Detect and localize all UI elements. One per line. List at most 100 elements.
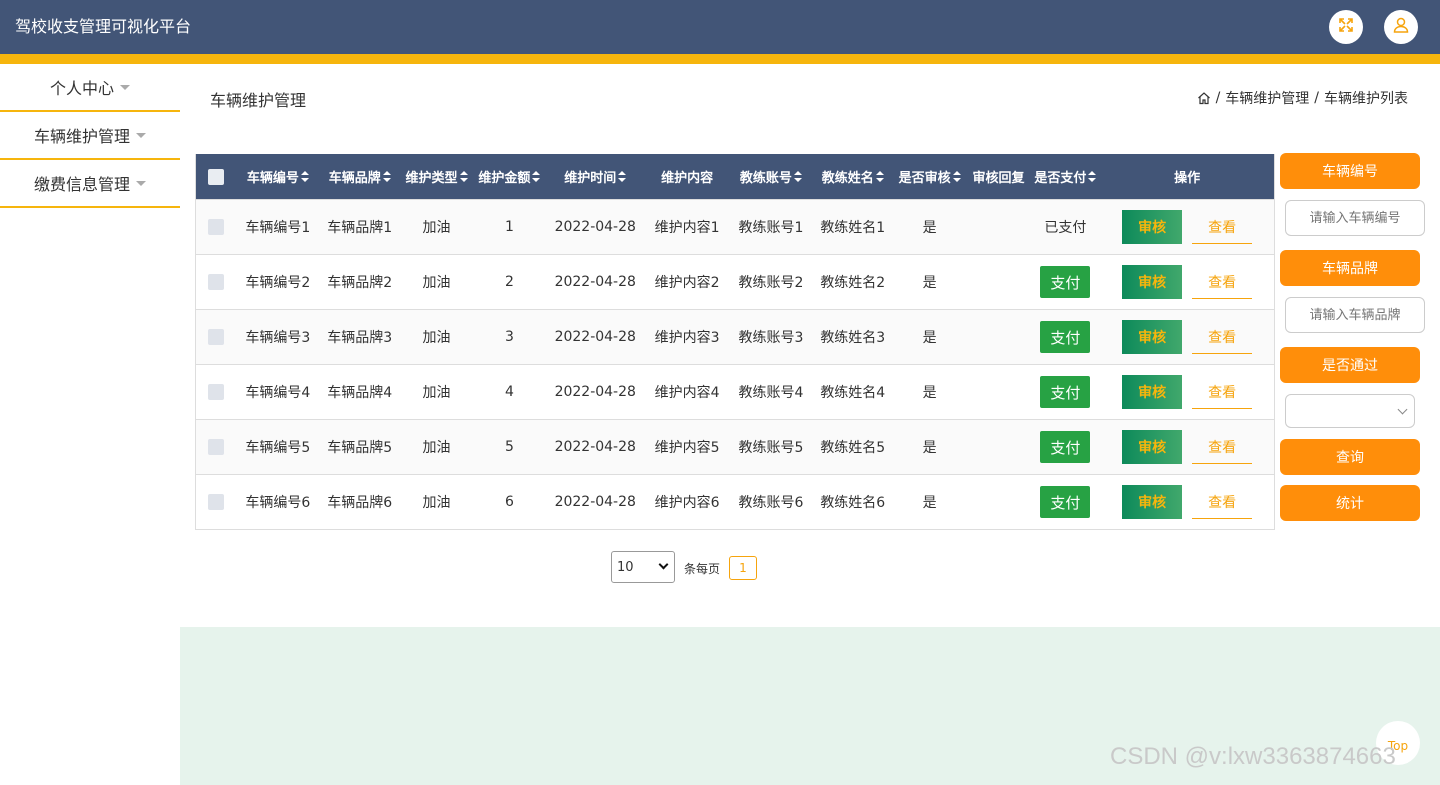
cell-vehicle-no: 车辆编号3 [245, 330, 311, 346]
cell-content: 维护内容1 [654, 220, 720, 236]
cell-actions: 审核 查看 [1100, 365, 1274, 419]
column-header-brand[interactable]: 车辆品牌 [320, 154, 400, 199]
sort-icon [382, 171, 391, 182]
sort-icon [532, 171, 541, 182]
cell-type: 加油 [422, 220, 451, 236]
row-checkbox[interactable] [207, 384, 224, 400]
audit-button[interactable]: 审核 [1122, 375, 1183, 409]
cell-audited: 是 [922, 220, 937, 236]
cell-vehicle-no: 车辆编号4 [245, 385, 311, 401]
sidebar-item-label: 个人中心 [49, 79, 114, 98]
row-checkbox[interactable] [207, 439, 224, 455]
page-size-select[interactable]: 10 [611, 551, 675, 583]
column-header-coach-name[interactable]: 教练姓名 [813, 154, 893, 199]
audit-button[interactable]: 审核 [1122, 265, 1183, 299]
pay-button[interactable]: 支付 [1040, 376, 1091, 408]
sidebar-item-payment-info[interactable]: 缴费信息管理 [0, 160, 180, 208]
user-button[interactable] [1384, 10, 1418, 44]
column-header-type[interactable]: 维护类型 [400, 154, 474, 199]
brand-input[interactable] [1285, 297, 1425, 333]
view-button[interactable]: 查看 [1192, 375, 1253, 409]
sidebar-item-label: 缴费信息管理 [33, 175, 130, 194]
view-button[interactable]: 查看 [1192, 430, 1253, 464]
cell-coach-account: 教练账号2 [738, 275, 804, 291]
fullscreen-button[interactable] [1329, 10, 1363, 44]
cell-time: 2022-04-28 [554, 494, 636, 510]
cell-actions: 审核 查看 [1100, 200, 1274, 254]
column-header-coach-account[interactable]: 教练账号 [729, 154, 813, 199]
view-button[interactable]: 查看 [1192, 320, 1253, 354]
cell-content: 维护内容2 [654, 275, 720, 291]
cell-actions: 审核 查看 [1100, 255, 1274, 309]
audit-button[interactable]: 审核 [1122, 430, 1183, 464]
fullscreen-icon [1337, 16, 1355, 38]
column-header-time[interactable]: 维护时间 [545, 154, 645, 199]
cell-time: 2022-04-28 [554, 329, 636, 345]
sort-icon [1088, 171, 1097, 182]
view-button[interactable]: 查看 [1192, 265, 1253, 299]
column-header-audited[interactable]: 是否审核 [893, 154, 967, 199]
pay-button[interactable]: 支付 [1040, 431, 1091, 463]
cell-coach-account: 教练账号6 [738, 495, 804, 511]
sidebar-item-vehicle-maintenance[interactable]: 车辆维护管理 [0, 112, 180, 160]
cell-amount: 2 [504, 274, 514, 290]
cell-coach-name: 教练姓名4 [820, 385, 886, 401]
passed-select[interactable] [1285, 394, 1415, 428]
select-all-checkbox[interactable] [207, 168, 224, 185]
table-header: 车辆编号 车辆品牌 维护类型 维护金额 维护时间 维护内容 教练账号 教练姓名 … [196, 154, 1274, 199]
cell-paid: 支付 [1030, 255, 1100, 309]
cell-reply [967, 310, 1031, 364]
view-button[interactable]: 查看 [1192, 210, 1253, 244]
audit-button[interactable]: 审核 [1122, 485, 1183, 519]
row-checkbox[interactable] [207, 329, 224, 345]
pay-button[interactable]: 支付 [1040, 486, 1091, 518]
cell-time: 2022-04-28 [554, 219, 636, 235]
sidebar-item-personal-center[interactable]: 个人中心 [0, 64, 180, 112]
cell-coach-account: 教练账号3 [738, 330, 804, 346]
cell-reply [967, 255, 1031, 309]
audit-button[interactable]: 审核 [1122, 320, 1183, 354]
vehicle-no-input[interactable] [1285, 200, 1425, 236]
watermark: CSDN @v:lxw3363874663 [1110, 743, 1396, 770]
row-checkbox[interactable] [207, 219, 224, 235]
column-header-actions: 操作 [1174, 171, 1201, 186]
page-title: 车辆维护管理 [210, 91, 307, 110]
cell-coach-name: 教练姓名5 [820, 440, 886, 456]
cell-paid: 支付 [1030, 420, 1100, 474]
breadcrumb: / 车辆维护管理 / 车辆维护列表 [1197, 88, 1408, 108]
cell-brand: 车辆品牌6 [327, 495, 393, 511]
pay-button[interactable]: 支付 [1040, 266, 1091, 298]
cell-audited: 是 [922, 495, 937, 511]
table-row: 车辆编号2 车辆品牌2 加油 2 2022-04-28 维护内容2 教练账号2 … [196, 254, 1274, 309]
pay-button[interactable]: 支付 [1040, 321, 1091, 353]
view-button[interactable]: 查看 [1192, 485, 1253, 519]
cell-coach-name: 教练姓名6 [820, 495, 886, 511]
row-checkbox[interactable] [207, 494, 224, 510]
breadcrumb-item[interactable]: 车辆维护管理 [1225, 88, 1309, 108]
table-body: 车辆编号1 车辆品牌1 加油 1 2022-04-28 维护内容1 教练账号1 … [196, 199, 1274, 529]
caret-down-icon [120, 84, 130, 90]
cell-paid: 支付 [1030, 475, 1100, 529]
audit-button[interactable]: 审核 [1122, 210, 1183, 244]
cell-brand: 车辆品牌3 [327, 330, 393, 346]
cell-brand: 车辆品牌1 [327, 220, 393, 236]
sort-icon [459, 171, 468, 182]
home-icon[interactable] [1197, 91, 1211, 105]
cell-content: 维护内容4 [654, 385, 720, 401]
page-number-button[interactable]: 1 [729, 556, 757, 580]
stats-button[interactable]: 统计 [1280, 485, 1420, 521]
cell-coach-account: 教练账号1 [738, 220, 804, 236]
vehicle-no-label: 车辆编号 [1280, 153, 1420, 189]
cell-time: 2022-04-28 [554, 384, 636, 400]
query-button[interactable]: 查询 [1280, 439, 1420, 475]
column-header-vehicle-no[interactable]: 车辆编号 [236, 154, 320, 199]
cell-vehicle-no: 车辆编号5 [245, 440, 311, 456]
cell-reply [967, 475, 1031, 529]
sort-icon [618, 171, 627, 182]
row-checkbox[interactable] [207, 274, 224, 290]
cell-audited: 是 [922, 440, 937, 456]
column-header-amount[interactable]: 维护金额 [473, 154, 545, 199]
brand-label: 车辆品牌 [1280, 250, 1420, 286]
column-header-paid[interactable]: 是否支付 [1030, 154, 1100, 199]
cell-vehicle-no: 车辆编号2 [245, 275, 311, 291]
